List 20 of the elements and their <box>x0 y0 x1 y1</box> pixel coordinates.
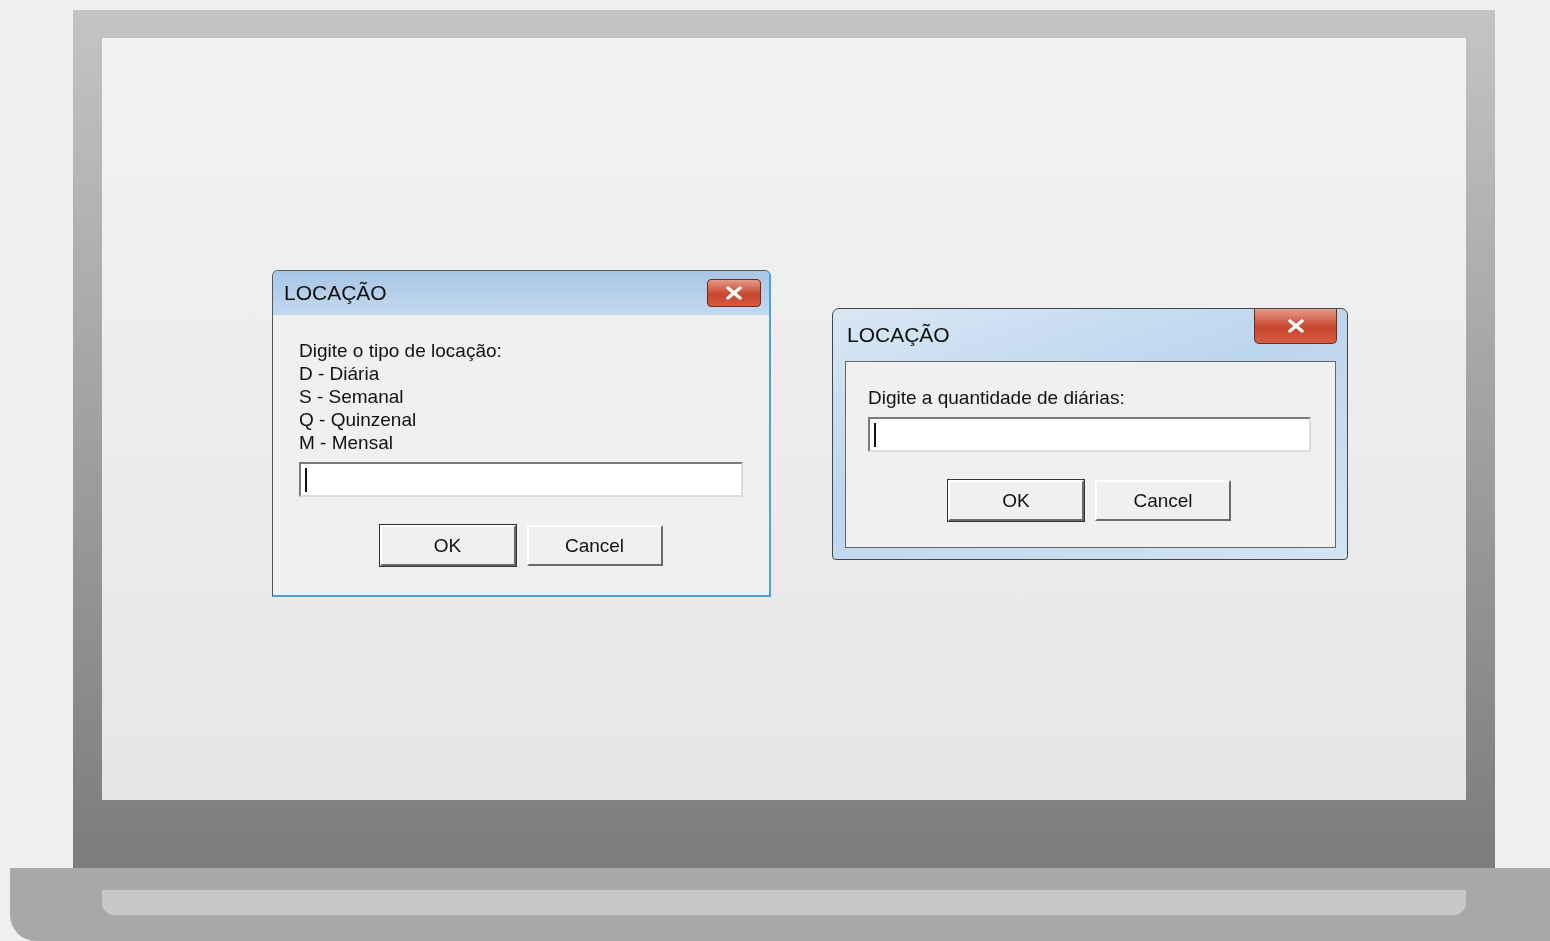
text-cursor <box>874 422 876 447</box>
prompt-text: Digite o tipo de locação: <box>299 339 502 362</box>
close-button[interactable] <box>1254 309 1337 344</box>
input-field[interactable] <box>299 462 743 497</box>
text-cursor <box>305 467 307 492</box>
dialog-button[interactable]: OK <box>379 525 516 566</box>
prompt-text: Digite a quantidade de diárias: <box>868 386 1125 409</box>
prompt-text: S - Semanal <box>299 385 404 408</box>
prompt-text: Q - Quinzenal <box>299 408 417 431</box>
prompt-text: M - Mensal <box>299 431 393 454</box>
dialog-button[interactable]: Cancel <box>526 525 663 566</box>
close-button[interactable] <box>707 279 761 307</box>
input-field[interactable] <box>868 417 1311 452</box>
close-icon <box>1286 319 1305 333</box>
dialog-button[interactable]: OK <box>948 480 1084 521</box>
prompt-text: D - Diária <box>299 362 380 385</box>
close-icon <box>725 286 743 300</box>
dialog-button[interactable]: Cancel <box>1095 480 1231 521</box>
window-title: LOCAÇÃO <box>847 323 950 347</box>
window-title: LOCAÇÃO <box>284 281 387 305</box>
